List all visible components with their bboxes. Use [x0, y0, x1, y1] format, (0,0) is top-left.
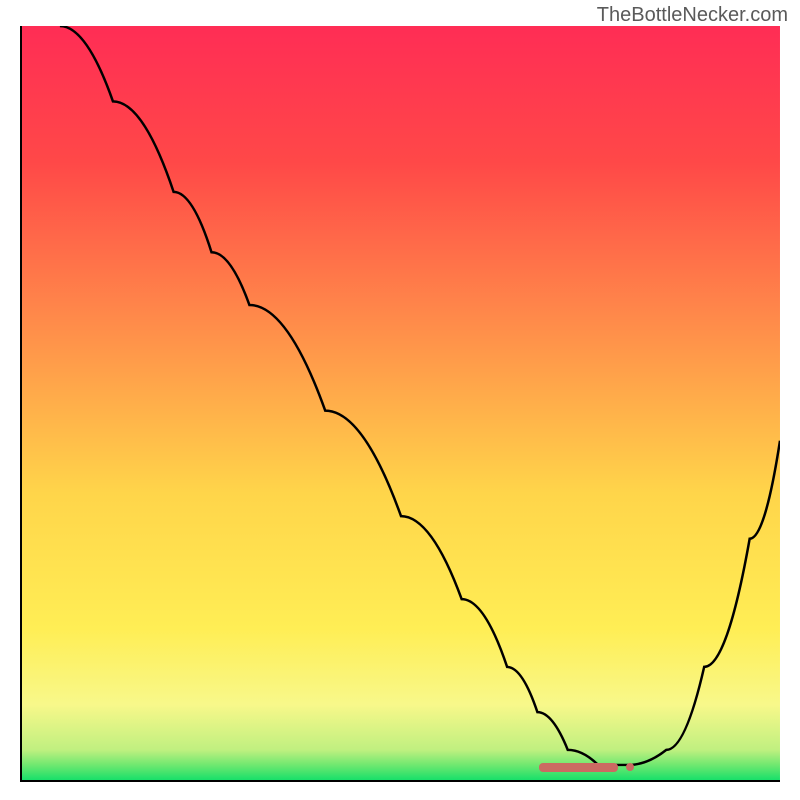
watermark-text: TheBottleNecker.com	[597, 4, 788, 27]
optimal-range-end-dot	[626, 763, 634, 771]
optimal-range-marker	[539, 763, 618, 772]
bottleneck-curve-line	[22, 26, 780, 780]
chart-plot-area	[20, 26, 780, 782]
